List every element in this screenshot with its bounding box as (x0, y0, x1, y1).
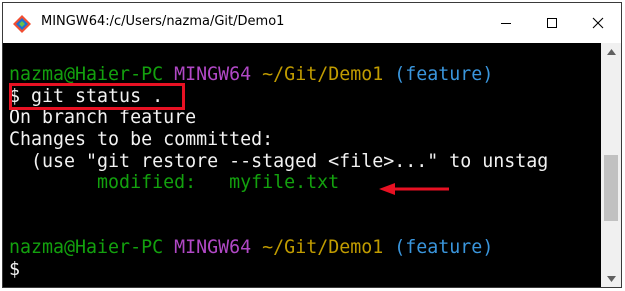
output-changes-line: Changes to be committed: (9, 129, 274, 150)
arrow-left-icon (379, 183, 449, 195)
vertical-scrollbar[interactable] (601, 43, 621, 287)
window-title: MINGW64:/c/Users/nazma/Git/Demo1 (41, 14, 285, 29)
prompt-branch: (feature) (394, 237, 494, 258)
close-icon (592, 17, 604, 29)
close-button[interactable] (575, 3, 621, 43)
chevron-down-icon (606, 275, 616, 282)
minimize-button[interactable] (483, 3, 529, 43)
terminal-output[interactable]: nazma@Haier-PC MINGW64 ~/Git/Demo1 (feat… (3, 43, 601, 287)
output-branch-line: On branch feature (9, 107, 197, 128)
prompt-user: nazma@Haier-PC (9, 237, 164, 258)
prompt-line: nazma@Haier-PC MINGW64 ~/Git/Demo1 (feat… (9, 237, 493, 259)
output-hint-line: (use "git restore --staged <file>..." to… (9, 151, 549, 172)
prompt-path: ~/Git/Demo1 (262, 237, 384, 258)
prompt-path: ~/Git/Demo1 (262, 64, 384, 85)
terminal-window: MINGW64:/c/Users/nazma/Git/Demo1 nazma@H… (2, 2, 622, 288)
maximize-button[interactable] (529, 3, 575, 43)
title-bar[interactable]: MINGW64:/c/Users/nazma/Git/Demo1 (3, 3, 621, 43)
modified-file-line: modified: myfile.txt (9, 172, 340, 193)
command-highlight-box (9, 83, 185, 110)
maximize-icon (547, 18, 557, 28)
minimize-icon (501, 23, 511, 24)
input-prompt[interactable]: $ (9, 259, 20, 281)
git-bash-icon (13, 15, 31, 33)
chevron-up-icon (606, 48, 616, 55)
scroll-up-button[interactable] (601, 43, 621, 60)
scrollbar-thumb[interactable] (604, 155, 618, 221)
scroll-down-button[interactable] (601, 270, 621, 287)
prompt-branch: (feature) (394, 64, 494, 85)
prompt-host: MINGW64 (174, 237, 252, 258)
prompt-user: nazma@Haier-PC (9, 64, 164, 85)
prompt-host: MINGW64 (174, 64, 252, 85)
